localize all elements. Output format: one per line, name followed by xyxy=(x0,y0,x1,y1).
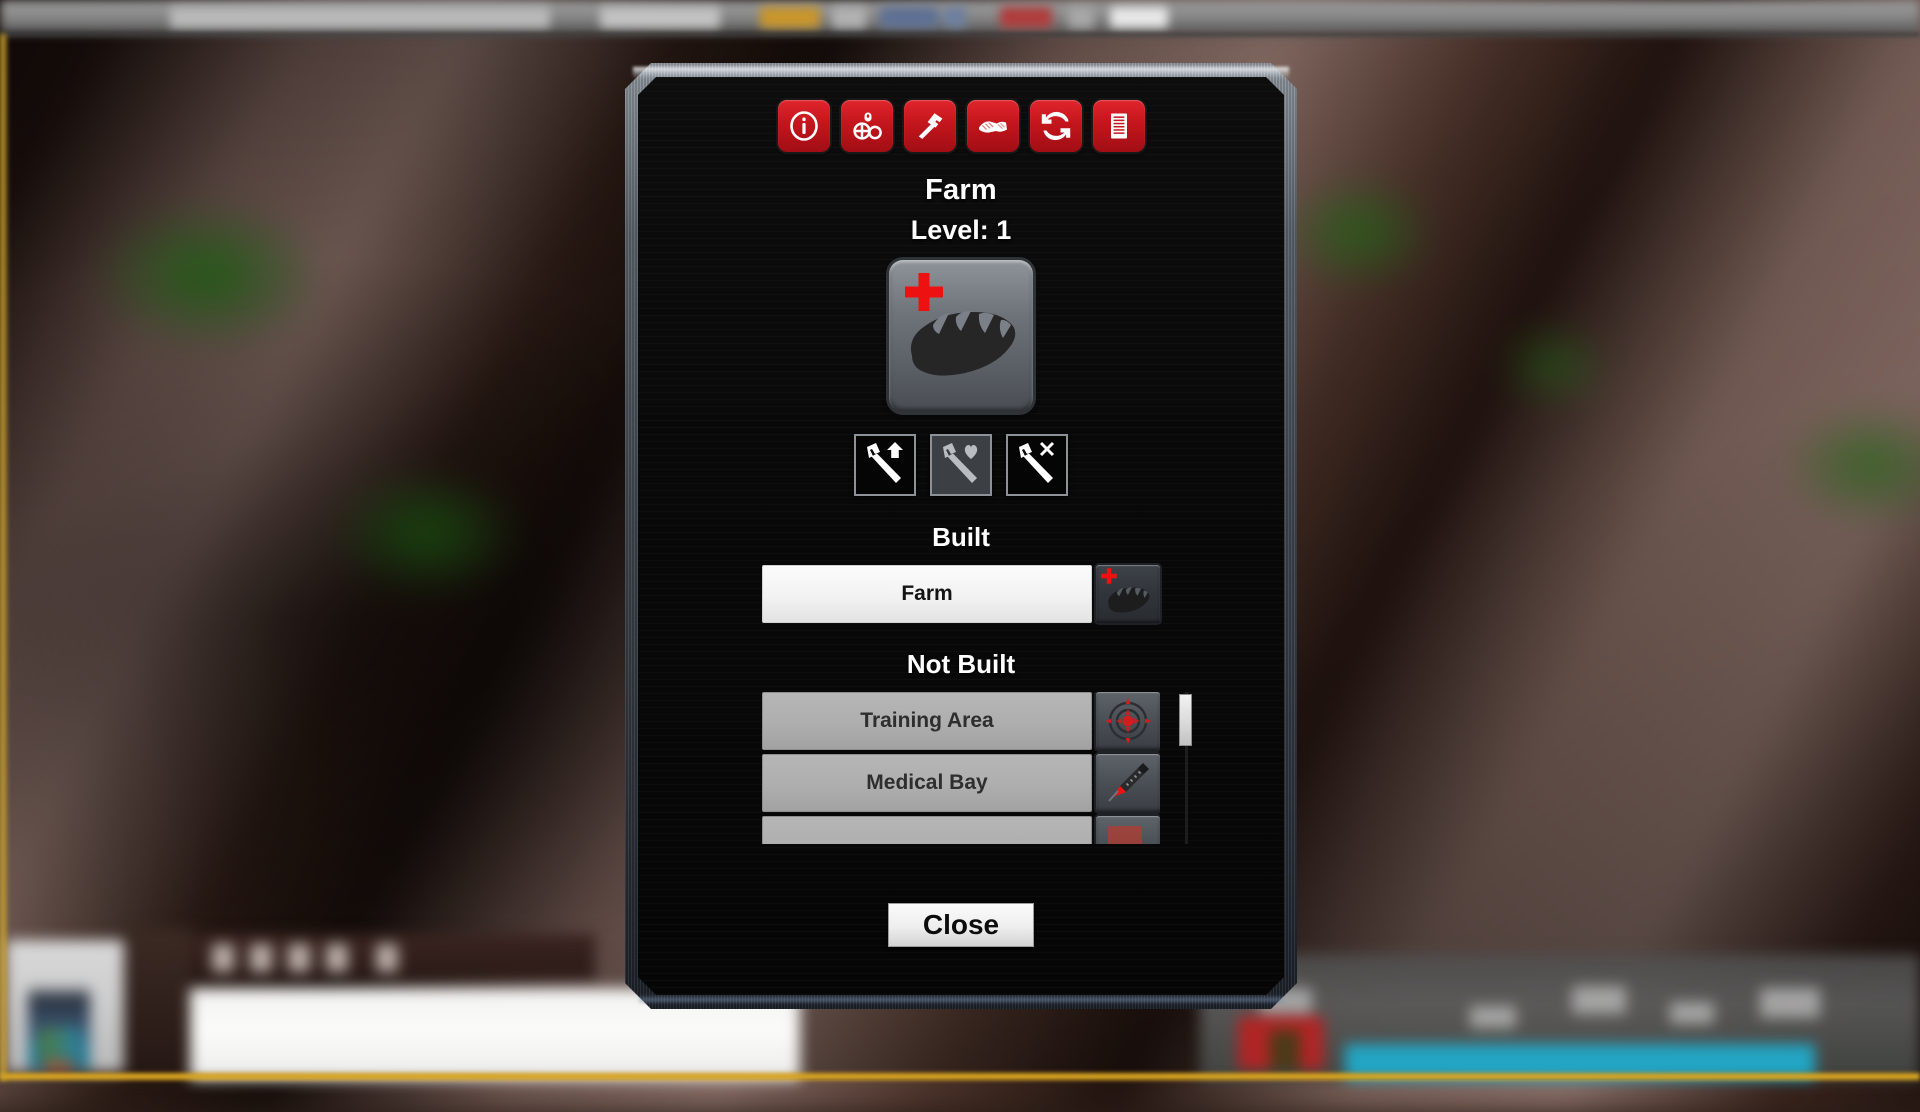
table-row: Medical Bay xyxy=(762,754,1160,812)
dialog-content: Farm Level: 1 xyxy=(638,77,1284,995)
hud-pip xyxy=(212,944,234,972)
handshake-icon xyxy=(977,110,1009,142)
hammer-heart-icon xyxy=(936,438,986,493)
not-built-row-thumb-clipped[interactable] xyxy=(1096,816,1160,844)
window-title-bar-items xyxy=(0,4,1920,32)
bread-icon xyxy=(1103,582,1153,621)
not-built-scroll-region: Training Area xyxy=(638,692,1284,844)
toolbar-button-trade[interactable] xyxy=(967,100,1019,152)
built-row-thumb-farm[interactable] xyxy=(1096,565,1160,623)
action-button-demolish[interactable] xyxy=(1006,434,1068,496)
window-tab-blob xyxy=(600,7,720,28)
hud-divider-column xyxy=(126,928,190,1080)
target-icon xyxy=(1104,697,1152,750)
built-section-header: Built xyxy=(638,522,1284,553)
building-level: Level: 1 xyxy=(638,215,1284,246)
document-icon xyxy=(1103,110,1135,142)
hud-chip xyxy=(1760,988,1820,1018)
not-built-row-label-clipped[interactable] xyxy=(762,816,1092,844)
dialog-toolbar xyxy=(638,77,1284,152)
bread-icon xyxy=(903,298,1019,384)
hud-pip xyxy=(288,944,310,972)
hud-resource-strip xyxy=(135,934,595,980)
window-tab-blob xyxy=(880,7,938,28)
built-row-label-farm[interactable]: Farm xyxy=(762,565,1092,623)
window-tab-blob xyxy=(944,7,966,28)
hud-bottom-right xyxy=(1200,954,1920,1080)
hud-left-accent-line xyxy=(0,34,6,1080)
hud-chip xyxy=(1572,986,1626,1014)
building-action-row xyxy=(638,434,1284,496)
built-list-stack: Farm xyxy=(762,565,1160,627)
hud-right-red-inset xyxy=(1270,1030,1300,1070)
toolbar-button-resources[interactable] xyxy=(841,100,893,152)
built-list: Farm xyxy=(638,565,1284,627)
building-dialog: Farm Level: 1 xyxy=(625,63,1297,1009)
window-tab-blob xyxy=(832,7,866,28)
resources-icon xyxy=(851,110,883,142)
window-title-bar-border xyxy=(0,33,1920,36)
window-tab-blob xyxy=(760,7,820,28)
toolbar-button-build[interactable] xyxy=(904,100,956,152)
refresh-icon xyxy=(1040,110,1072,142)
toolbar-button-info[interactable] xyxy=(778,100,830,152)
hud-pip xyxy=(250,944,272,972)
table-row: Training Area xyxy=(762,692,1160,750)
hud-portrait-accent xyxy=(40,1028,80,1062)
window-tab-blob xyxy=(1110,7,1168,28)
action-button-repair[interactable] xyxy=(930,434,992,496)
hud-bottom-accent-line xyxy=(0,1073,1920,1080)
not-built-section-header: Not Built xyxy=(638,649,1284,680)
dialog-frame-bottom-glow xyxy=(639,995,1283,1003)
toolbar-button-cycle[interactable] xyxy=(1030,100,1082,152)
selected-building-icon-wrap xyxy=(638,260,1284,412)
hud-chip xyxy=(1470,1006,1516,1028)
close-button[interactable]: Close xyxy=(888,903,1034,947)
not-built-row-thumb-training-area[interactable] xyxy=(1096,692,1160,750)
table-row xyxy=(762,816,1160,844)
hud-pip xyxy=(326,944,348,972)
not-built-row-label-medical-bay[interactable]: Medical Bay xyxy=(762,754,1092,812)
hammer-icon xyxy=(914,110,946,142)
not-built-row-thumb-medical-bay[interactable] xyxy=(1096,754,1160,812)
page-title: Farm xyxy=(638,174,1284,207)
toolbar-button-log[interactable] xyxy=(1093,100,1145,152)
window-tab-blob xyxy=(170,7,550,28)
window-tab-blob xyxy=(1068,7,1094,28)
close-button-wrap: Close xyxy=(638,903,1284,947)
syringe-icon xyxy=(1105,761,1151,810)
hammer-up-icon xyxy=(860,438,910,493)
hammer-x-icon xyxy=(1012,438,1062,493)
selected-building-icon[interactable] xyxy=(889,260,1033,412)
hud-pip xyxy=(376,944,398,972)
scrollbar-thumb[interactable] xyxy=(1179,694,1192,746)
window-tab-blob xyxy=(1000,7,1052,28)
not-built-list: Training Area xyxy=(762,692,1160,844)
info-icon xyxy=(788,110,820,142)
clipped-icon xyxy=(1108,826,1142,844)
action-button-upgrade[interactable] xyxy=(854,434,916,496)
hud-chip xyxy=(1670,1002,1714,1024)
table-row: Farm xyxy=(762,565,1160,623)
not-built-row-label-training-area[interactable]: Training Area xyxy=(762,692,1092,750)
